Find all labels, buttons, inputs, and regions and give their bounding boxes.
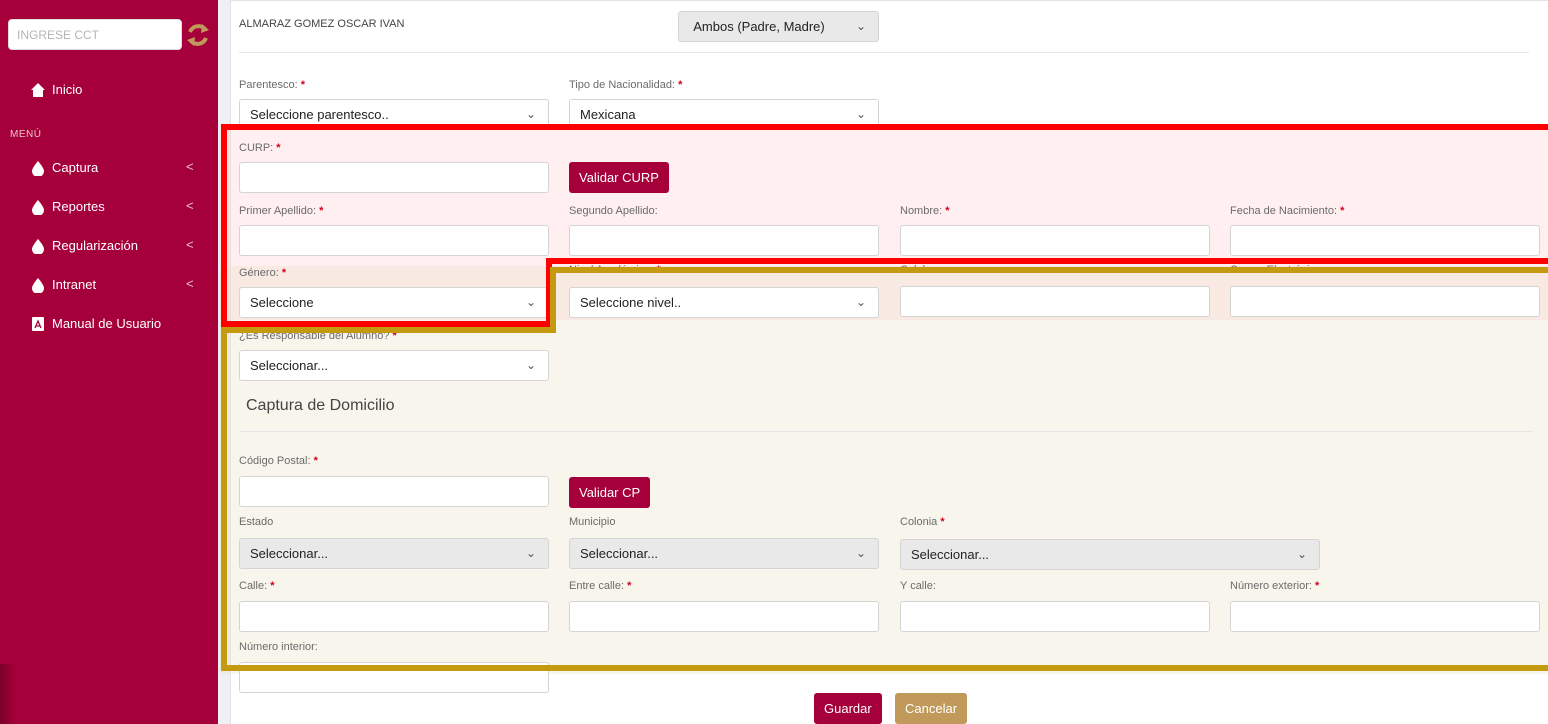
guardar-button[interactable]: Guardar <box>814 693 882 724</box>
municipio-select[interactable]: Seleccionar... ⌄ <box>569 538 879 569</box>
numero-interior-input[interactable] <box>239 662 549 693</box>
entre-calle-label: Entre calle: * <box>569 580 632 592</box>
divider <box>239 52 1529 53</box>
chevron-left-icon: < <box>186 276 194 291</box>
sidebar-item-label: Manual de Usuario <box>52 316 162 331</box>
sidebar-item-label: Reportes <box>52 199 105 214</box>
student-name: ALMARAZ GOMEZ OSCAR IVAN <box>239 18 405 30</box>
fecha-nacimiento-label: Fecha de Nacimiento: * <box>1230 205 1345 217</box>
correo-label: Correo Electrónico: <box>1230 264 1325 276</box>
sidebar-item-captura[interactable]: Captura < <box>0 156 218 180</box>
y-calle-label: Y calle: <box>900 580 936 592</box>
chevron-down-icon: ⌄ <box>855 546 866 560</box>
primer-apellido-input[interactable] <box>239 225 549 256</box>
celular-input[interactable] <box>900 286 1210 317</box>
sidebar-item-intranet[interactable]: Intranet < <box>0 273 218 297</box>
chevron-down-icon: ⌄ <box>1296 547 1307 561</box>
chevron-down-icon: ⌄ <box>855 107 866 121</box>
tutor-type-select[interactable]: Ambos (Padre, Madre) ⌄ <box>678 11 879 42</box>
drop-icon <box>32 239 44 254</box>
codigo-postal-input[interactable] <box>239 476 549 507</box>
genero-label: Género: * <box>239 267 287 279</box>
sidebar: Inicio MENÚ Captura < Reportes < Regular… <box>0 0 218 724</box>
segundo-apellido-label: Segundo Apellido: <box>569 205 658 217</box>
sidebar-item-regularizacion[interactable]: Regularización < <box>0 234 218 258</box>
nombre-input[interactable] <box>900 225 1210 256</box>
chevron-down-icon: ⌄ <box>525 107 536 121</box>
genero-select[interactable]: Seleccione ⌄ <box>239 287 549 318</box>
chevron-down-icon: ⌄ <box>525 295 536 309</box>
chevron-down-icon: ⌄ <box>855 295 866 309</box>
sidebar-item-label: Intranet <box>52 277 97 292</box>
numero-exterior-input[interactable] <box>1230 601 1540 632</box>
segundo-apellido-input[interactable] <box>569 225 879 256</box>
curp-label: CURP: * <box>239 142 281 154</box>
sidebar-item-inicio[interactable]: Inicio <box>0 78 218 102</box>
fecha-nacimiento-input[interactable] <box>1230 225 1540 256</box>
drop-icon <box>32 200 44 215</box>
estado-value: Seleccionar... <box>250 546 329 561</box>
nivel-academico-select[interactable]: Seleccione nivel.. ⌄ <box>569 287 879 318</box>
cct-search-input[interactable] <box>8 19 182 50</box>
colonia-label: Colonia * <box>900 516 945 528</box>
entre-calle-input[interactable] <box>569 601 879 632</box>
domicilio-section-title: Captura de Domicilio <box>246 397 395 414</box>
validar-cp-button[interactable]: Validar CP <box>569 477 651 508</box>
parentesco-value: Seleccione parentesco.. <box>250 107 389 122</box>
nacionalidad-value: Mexicana <box>580 107 636 122</box>
drop-icon <box>32 161 44 176</box>
tutor-type-value: Ambos (Padre, Madre) <box>693 19 825 34</box>
nivel-academico-value: Seleccione nivel.. <box>580 295 682 310</box>
colonia-value: Seleccionar... <box>911 547 990 562</box>
responsable-label: ¿Es Responsable del Alumno? * <box>239 330 397 342</box>
sidebar-item-manual[interactable]: Manual de Usuario <box>0 312 218 336</box>
drop-icon <box>32 278 44 293</box>
home-icon <box>31 83 45 97</box>
menu-header: MENÚ <box>10 129 42 140</box>
sidebar-item-label: Inicio <box>52 82 83 97</box>
municipio-value: Seleccionar... <box>580 546 659 561</box>
estado-label: Estado <box>239 516 274 528</box>
y-calle-input[interactable] <box>900 601 1210 632</box>
sidebar-decoration <box>0 664 16 724</box>
sidebar-item-label: Regularización <box>52 238 138 253</box>
numero-exterior-label: Número exterior: * <box>1230 580 1320 592</box>
sidebar-item-label: Captura <box>52 160 99 175</box>
parentesco-label: Parentesco: * <box>239 79 306 91</box>
codigo-postal-label: Código Postal: * <box>239 455 318 467</box>
nombre-label: Nombre: * <box>900 205 950 217</box>
curp-input[interactable] <box>239 162 549 193</box>
calle-label: Calle: * <box>239 580 275 592</box>
numero-interior-label: Número interior: <box>239 641 318 653</box>
nacionalidad-label: Tipo de Nacionalidad: * <box>569 79 683 91</box>
correo-input[interactable] <box>1230 286 1540 317</box>
parentesco-select[interactable]: Seleccione parentesco.. ⌄ <box>239 99 549 130</box>
pdf-icon <box>32 317 44 331</box>
refresh-icon[interactable] <box>186 22 210 48</box>
responsable-select[interactable]: Seleccionar... ⌄ <box>239 350 549 381</box>
chevron-down-icon: ⌄ <box>525 358 536 372</box>
divider <box>239 431 1533 432</box>
validar-curp-button[interactable]: Validar CURP <box>569 162 669 193</box>
sidebar-item-reportes[interactable]: Reportes < <box>0 195 218 219</box>
chevron-left-icon: < <box>186 159 194 174</box>
genero-value: Seleccione <box>250 295 314 310</box>
chevron-down-icon: ⌄ <box>525 546 536 560</box>
chevron-down-icon: ⌄ <box>855 19 866 33</box>
nacionalidad-select[interactable]: Mexicana ⌄ <box>569 99 879 130</box>
estado-select[interactable]: Seleccionar... ⌄ <box>239 538 549 569</box>
colonia-select[interactable]: Seleccionar... ⌄ <box>900 539 1320 570</box>
calle-input[interactable] <box>239 601 549 632</box>
primer-apellido-label: Primer Apellido: * <box>239 205 324 217</box>
chevron-left-icon: < <box>186 198 194 213</box>
municipio-label: Municipio <box>569 516 616 528</box>
responsable-value: Seleccionar... <box>250 358 329 373</box>
celular-label: Celular: <box>900 264 938 276</box>
cancelar-button[interactable]: Cancelar <box>895 693 968 724</box>
chevron-left-icon: < <box>186 237 194 252</box>
nivel-academico-label: Nivel Académico: * <box>569 264 661 276</box>
